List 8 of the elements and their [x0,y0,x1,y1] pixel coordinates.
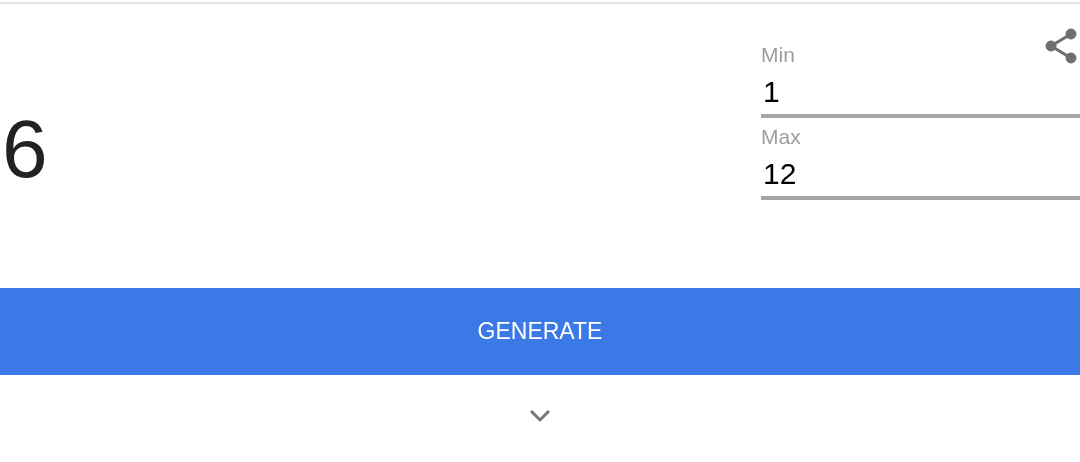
number-field[interactable]: 12 [761,152,1080,200]
chevron-down-icon[interactable] [529,409,551,423]
generate-button[interactable]: GENERATE [0,288,1080,375]
number-field[interactable]: 1 [761,70,1080,118]
field-label: Max [761,124,801,150]
result-number: 6 [2,108,48,190]
share-icon[interactable] [1044,28,1078,64]
field-label: Min [761,42,795,68]
